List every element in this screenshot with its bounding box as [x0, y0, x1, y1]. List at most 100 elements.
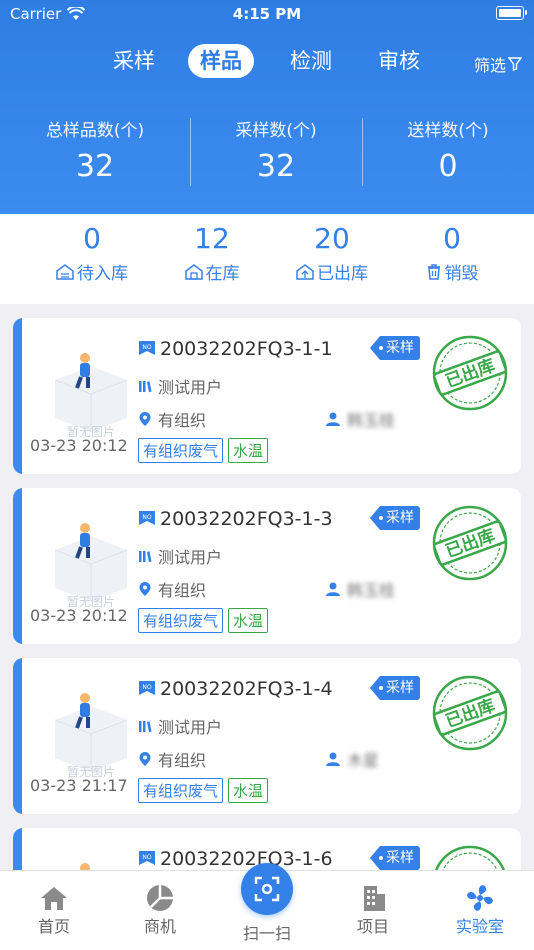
- tab-review[interactable]: 审核: [378, 44, 420, 78]
- card-user: 测试用户: [138, 374, 222, 398]
- location-icon: [139, 752, 151, 766]
- no-image-icon: 暂无图片: [54, 353, 128, 438]
- card-code: NO 20032202FQ3-1-4: [138, 678, 333, 700]
- tab-samples[interactable]: 样品: [188, 44, 254, 78]
- nav-business[interactable]: 商机: [120, 883, 200, 937]
- sample-card[interactable]: 暂无图片 03-23 20:12 NO 20032202FQ3-1-3 测试用户…: [13, 488, 521, 644]
- storage-label: 待入库: [77, 264, 128, 284]
- location-icon: [139, 412, 151, 426]
- tag-category: 有组织废气: [138, 438, 224, 463]
- storage-value: 12: [194, 222, 230, 255]
- storage-out[interactable]: 20 已出库: [267, 222, 397, 284]
- card-code: NO 20032202FQ3-1-3: [138, 508, 333, 530]
- nav-home[interactable]: 首页: [14, 883, 94, 937]
- status-chip: 采样: [370, 676, 420, 700]
- nav-label-scan[interactable]: 扫一扫: [227, 920, 307, 944]
- top-tabs: 采样 样品 检测 审核: [0, 44, 534, 80]
- storage-value: 0: [443, 222, 461, 255]
- nav-label: 商机: [143, 917, 176, 936]
- storage-in[interactable]: 12 在库: [147, 222, 277, 284]
- status-chip: 采样: [370, 506, 420, 530]
- storage-pending[interactable]: 0 待入库: [27, 222, 157, 284]
- bottom-nav: 首页 商机 扫一扫 项目 实验室: [0, 863, 534, 950]
- card-date: 03-23 20:12: [30, 436, 128, 455]
- no-tag-icon: NO: [139, 341, 155, 355]
- card-date: 03-23 21:17: [30, 776, 128, 795]
- card-person-text: 韩玉桂: [347, 581, 396, 600]
- nav-project[interactable]: 项目: [333, 883, 413, 937]
- tab-testing[interactable]: 检测: [290, 44, 332, 78]
- no-tag-icon: NO: [139, 511, 155, 525]
- stat-total: 总样品数(个) 32: [10, 116, 180, 184]
- nav-label: 首页: [37, 917, 70, 936]
- card-person-text: 木星: [347, 751, 380, 770]
- card-org: 有组织: [138, 407, 206, 431]
- out-of-stock-stamp: 已出库: [432, 505, 508, 581]
- card-org-text: 有组织: [158, 411, 207, 430]
- scan-button[interactable]: [241, 863, 293, 915]
- status-bar: Carrier 4:15 PM: [0, 0, 534, 28]
- tag-parameter: 水温: [228, 608, 269, 633]
- stat-sent: 送样数(个) 0: [363, 116, 533, 184]
- card-code: NO 20032202FQ3-1-1: [138, 338, 333, 360]
- no-image-icon: 暂无图片: [54, 693, 128, 778]
- stat-label: 采样数(个): [235, 121, 317, 141]
- card-user-text: 测试用户: [158, 718, 223, 737]
- building-icon: [364, 886, 385, 911]
- warehouse-in-icon: [56, 263, 74, 280]
- sample-card[interactable]: 暂无图片 03-23 20:12 NO 20032202FQ3-1-1 测试用户…: [13, 318, 521, 474]
- tag-parameter: 水温: [228, 778, 269, 803]
- no-tag-icon: NO: [139, 851, 155, 865]
- warehouse-icon: [184, 263, 203, 280]
- warehouse-out-icon: [296, 263, 314, 280]
- books-icon: [139, 721, 152, 733]
- sample-card[interactable]: 暂无图片 03-23 21:17 NO 20032202FQ3-1-4 测试用户…: [13, 658, 521, 814]
- header: Carrier 4:15 PM 采样 样品 检测 审核 筛选 总样品数(个) 3…: [0, 0, 534, 214]
- card-stripe: [13, 658, 22, 814]
- card-person: 韩玉桂: [325, 407, 395, 431]
- tag-category: 有组织废气: [138, 778, 224, 803]
- tab-sampling[interactable]: 采样: [113, 44, 155, 78]
- svg-text:NO: NO: [142, 684, 151, 691]
- no-image-icon: 暂无图片: [54, 523, 128, 608]
- nav-label: 实验室: [455, 917, 504, 936]
- out-of-stock-stamp: 已出库: [432, 675, 508, 751]
- storage-label: 已出库: [317, 264, 368, 284]
- storage-label: 在库: [205, 264, 240, 284]
- card-stripe: [13, 488, 22, 644]
- svg-text:NO: NO: [142, 344, 151, 351]
- stat-value: 0: [438, 149, 458, 184]
- storage-destroyed[interactable]: 0 销毁: [387, 222, 517, 284]
- card-code-text: 20032202FQ3-1-3: [160, 508, 333, 530]
- person-icon: [326, 412, 340, 426]
- card-org: 有组织: [138, 747, 206, 771]
- card-user-text: 测试用户: [158, 548, 223, 567]
- card-code-text: 20032202FQ3-1-6: [160, 848, 333, 870]
- scan-icon: [254, 876, 280, 902]
- filter-label: 筛选: [473, 56, 506, 75]
- stat-value: 32: [256, 149, 296, 184]
- trash-icon: [427, 263, 440, 280]
- home-icon: [41, 887, 67, 910]
- status-chip: 采样: [370, 336, 420, 360]
- lab-fan-icon: [467, 885, 493, 911]
- storage-summary: 0 待入库 12 在库 20 已出库 0 销毁: [0, 214, 534, 304]
- card-code-text: 20032202FQ3-1-4: [160, 678, 333, 700]
- nav-lab[interactable]: 实验室: [440, 883, 520, 937]
- books-icon: [139, 551, 152, 563]
- storage-value: 20: [314, 222, 350, 255]
- books-icon: [139, 381, 152, 393]
- stat-value: 32: [75, 149, 115, 184]
- card-user: 测试用户: [138, 544, 222, 568]
- svg-text:NO: NO: [142, 514, 151, 521]
- filter-button[interactable]: 筛选: [474, 52, 522, 76]
- card-stripe: [13, 318, 22, 474]
- no-tag-icon: NO: [139, 681, 155, 695]
- card-org-text: 有组织: [158, 751, 207, 770]
- tag-category: 有组织废气: [138, 608, 224, 633]
- card-tags: 有组织废气 水温: [138, 778, 269, 803]
- card-org: 有组织: [138, 577, 206, 601]
- location-icon: [139, 582, 151, 596]
- person-icon: [326, 582, 340, 596]
- stat-sampled: 采样数(个) 32: [191, 116, 361, 184]
